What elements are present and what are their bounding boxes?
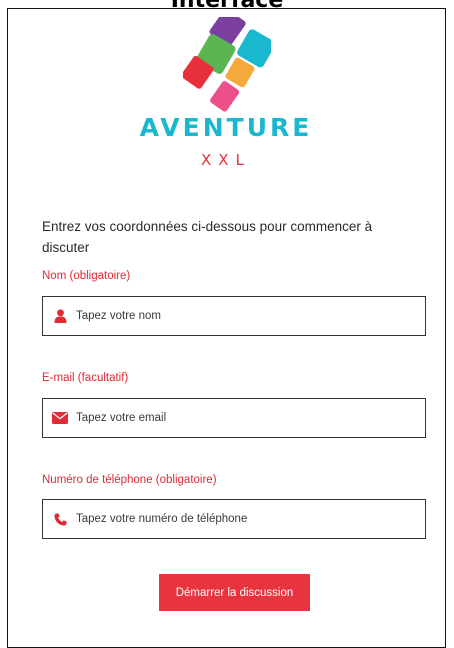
envelope-icon bbox=[52, 410, 68, 426]
user-icon bbox=[52, 308, 68, 324]
name-input[interactable] bbox=[76, 310, 425, 322]
phone-field[interactable] bbox=[42, 499, 426, 539]
start-discussion-button[interactable]: Démarrer la discussion bbox=[159, 574, 310, 611]
phone-input[interactable] bbox=[76, 513, 425, 525]
brand-logo-icon bbox=[183, 17, 271, 112]
email-field-label: E-mail (facultatif) bbox=[42, 372, 129, 384]
email-input[interactable] bbox=[76, 412, 425, 424]
brand-subtitle: XXL bbox=[201, 151, 251, 169]
phone-icon bbox=[52, 511, 68, 527]
phone-field-label: Numéro de téléphone (obligatoire) bbox=[42, 474, 217, 486]
form-intro-text: Entrez vos coordonnées ci-dessous pour c… bbox=[42, 219, 373, 255]
name-field-label: Nom (obligatoire) bbox=[42, 270, 131, 282]
email-field[interactable] bbox=[42, 398, 426, 438]
name-field[interactable] bbox=[42, 296, 426, 336]
brand-name: AVENTURE bbox=[139, 113, 313, 142]
